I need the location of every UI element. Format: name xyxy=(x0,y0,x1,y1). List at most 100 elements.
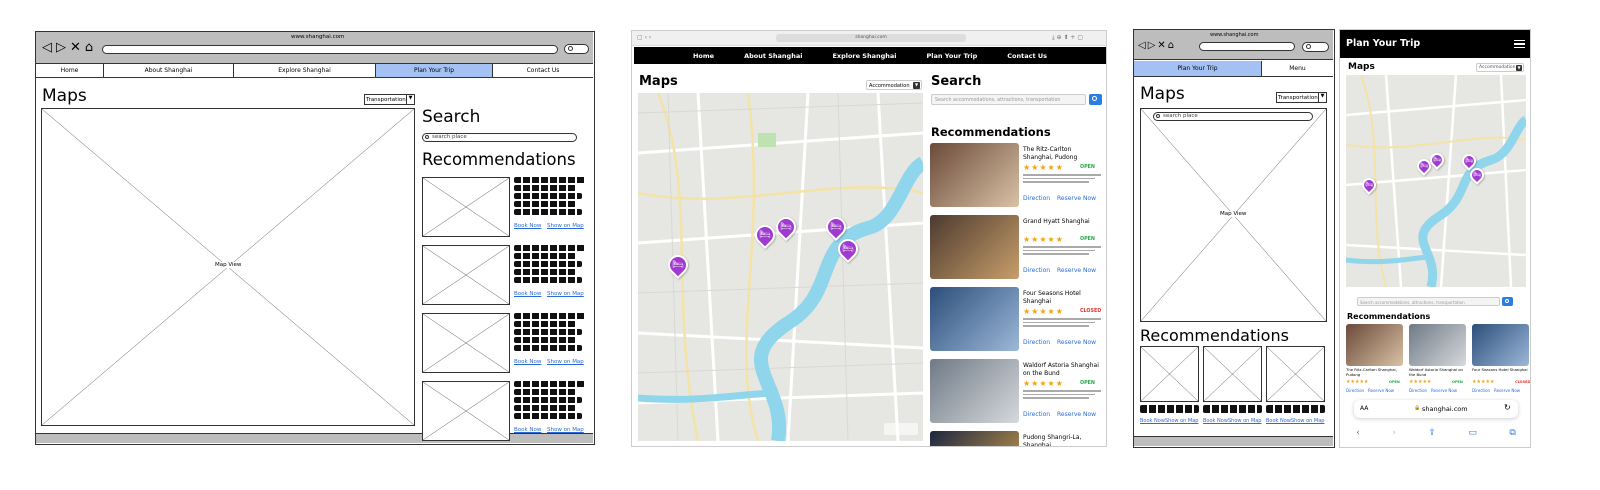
search-input[interactable]: Search accommodations, attractions, tran… xyxy=(931,94,1086,105)
forward-icon[interactable]: › xyxy=(1392,428,1396,438)
hotel-photo[interactable] xyxy=(930,359,1019,423)
image-placeholder[interactable] xyxy=(1140,346,1199,402)
hotel-photo[interactable] xyxy=(930,215,1019,279)
back-icon[interactable]: ◁ xyxy=(1138,40,1146,51)
reserve-now-link[interactable]: Reserve Now xyxy=(1057,411,1096,418)
image-placeholder[interactable] xyxy=(422,313,510,373)
hotel-photo[interactable] xyxy=(1472,324,1529,366)
hotel-name: Pudong Shangri-La, Shanghai xyxy=(1023,434,1082,447)
search-box[interactable] xyxy=(564,44,589,54)
image-placeholder[interactable] xyxy=(422,177,510,237)
reload-icon[interactable]: ↻ xyxy=(1504,403,1511,412)
hotel-photo[interactable] xyxy=(1346,324,1403,366)
text-size-icon[interactable]: AA xyxy=(1360,405,1368,412)
search-box[interactable] xyxy=(1302,42,1329,52)
book-now-link[interactable]: Book Now xyxy=(514,427,541,433)
image-placeholder[interactable] xyxy=(1266,346,1325,402)
tab-explore[interactable]: Explore Shanghai xyxy=(234,64,376,77)
search-icon xyxy=(1306,44,1311,49)
direction-link[interactable]: Direction xyxy=(1023,195,1050,202)
show-on-map-link[interactable]: Show on Map xyxy=(547,223,584,229)
hotel-photo[interactable] xyxy=(1409,324,1466,366)
map-placeholder[interactable]: search place Map View xyxy=(1140,108,1327,322)
hotel-description xyxy=(1023,318,1101,329)
direction-link[interactable]: Direction xyxy=(1023,339,1050,346)
reserve-now-link[interactable]: Reserve Now xyxy=(1057,339,1096,346)
transport-dropdown[interactable]: Transportation ▼ xyxy=(364,94,415,105)
book-now-link[interactable]: Book Now xyxy=(1266,418,1291,424)
accommodation-dropdown[interactable]: Accommodation ▼ xyxy=(866,80,922,90)
transport-dropdown[interactable]: Transportation ▼ xyxy=(1276,92,1327,103)
book-now-link[interactable]: Book Now xyxy=(514,291,541,297)
direction-link[interactable]: Direction xyxy=(1409,388,1427,393)
tab-plan[interactable]: Plan Your Trip xyxy=(376,64,493,77)
tab-home[interactable]: Home xyxy=(36,64,104,77)
scribbled-text xyxy=(1203,405,1262,413)
hotel-name: The Ritz-Carlton Shanghai, Pudong xyxy=(1023,146,1078,161)
image-placeholder[interactable] xyxy=(422,245,510,305)
home-icon[interactable]: ⌂ xyxy=(85,41,93,54)
address-bar[interactable] xyxy=(102,45,558,54)
direction-link[interactable]: Direction xyxy=(1023,267,1050,274)
nav-about[interactable]: About Shanghai xyxy=(744,52,802,60)
stop-icon[interactable]: ✕ xyxy=(1157,40,1165,51)
hamburger-menu-icon[interactable] xyxy=(1514,40,1525,48)
reserve-now-link[interactable]: Reserve Now xyxy=(1494,388,1520,393)
book-now-link[interactable]: Book Now xyxy=(1140,418,1165,424)
reserve-now-link[interactable]: Reserve Now xyxy=(1057,267,1096,274)
show-on-map-link[interactable]: Show on Map xyxy=(547,359,584,365)
hotel-photo[interactable] xyxy=(930,431,1019,446)
map-view[interactable]: 🛏 🛏 🛏 🛏 🛏 xyxy=(638,93,923,441)
zoom-controls[interactable] xyxy=(884,423,918,435)
search-button[interactable] xyxy=(1502,297,1513,306)
direction-link[interactable]: Direction xyxy=(1346,388,1364,393)
hotel-photo[interactable] xyxy=(930,143,1019,207)
tab-plan[interactable]: Plan Your Trip xyxy=(1134,61,1262,76)
accommodation-dropdown[interactable]: Accommodation ▼ xyxy=(1476,63,1524,72)
book-now-link[interactable]: Book Now xyxy=(514,223,541,229)
back-icon[interactable]: ◁ xyxy=(42,41,52,54)
tab-about[interactable]: About Shanghai xyxy=(104,64,234,77)
address-bar[interactable] xyxy=(1199,42,1295,51)
forward-icon[interactable]: ▷ xyxy=(1148,40,1156,51)
map-placeholder[interactable]: Map View xyxy=(41,108,415,426)
reserve-now-link[interactable]: Reserve Now xyxy=(1431,388,1457,393)
map-view[interactable]: 🛏 🛏 🛏 🛏 🛏 xyxy=(1346,75,1526,287)
search-input[interactable]: Search accommodations, attractions, tran… xyxy=(1357,297,1500,306)
menu-button[interactable]: Menu xyxy=(1262,61,1333,76)
nav-explore[interactable]: Explore Shanghai xyxy=(832,52,896,60)
search-icon xyxy=(568,46,573,51)
show-on-map-link[interactable]: Show on Map xyxy=(1228,418,1261,424)
tabs-icon[interactable]: ⧉ xyxy=(1509,428,1515,438)
direction-link[interactable]: Direction xyxy=(1472,388,1490,393)
hotel-photo[interactable] xyxy=(930,287,1019,351)
search-button[interactable] xyxy=(1089,94,1102,105)
safari-address-bar[interactable]: AA 🔒 shanghai.com ↻ xyxy=(1354,400,1518,418)
image-placeholder[interactable] xyxy=(1203,346,1262,402)
nav-home[interactable]: Home xyxy=(693,52,714,60)
browser-chrome: ▢ ‹ › shanghai.com ⤓ ⊕ ⬆ + ▢ xyxy=(632,31,1106,46)
stop-icon[interactable]: ✕ xyxy=(70,41,81,54)
reserve-now-link[interactable]: Reserve Now xyxy=(1368,388,1394,393)
direction-link[interactable]: Direction xyxy=(1023,411,1050,418)
wf-footer-bar xyxy=(1134,436,1333,446)
tab-contact[interactable]: Contact Us xyxy=(493,64,593,77)
show-on-map-link[interactable]: Show on Map xyxy=(547,291,584,297)
forward-icon[interactable]: ▷ xyxy=(56,41,66,54)
search-input[interactable]: search place xyxy=(1153,112,1313,121)
share-icon[interactable]: ⇪ xyxy=(1428,428,1436,438)
bookmarks-icon[interactable]: ▭ xyxy=(1468,428,1477,438)
book-now-link[interactable]: Book Now xyxy=(514,359,541,365)
book-now-link[interactable]: Book Now xyxy=(1203,418,1228,424)
search-input[interactable]: search place xyxy=(422,133,577,142)
show-on-map-link[interactable]: Show on Map xyxy=(1291,418,1324,424)
nav-contact[interactable]: Contact Us xyxy=(1007,52,1047,60)
reserve-now-link[interactable]: Reserve Now xyxy=(1057,195,1096,202)
address-bar[interactable]: shanghai.com xyxy=(776,34,966,42)
home-icon[interactable]: ⌂ xyxy=(1168,40,1174,51)
show-on-map-link[interactable]: Show on Map xyxy=(547,427,584,433)
image-placeholder[interactable] xyxy=(422,381,510,441)
back-icon[interactable]: ‹ xyxy=(1356,428,1360,438)
nav-plan[interactable]: Plan Your Trip xyxy=(927,52,978,60)
show-on-map-link[interactable]: Show on Map xyxy=(1165,418,1198,424)
